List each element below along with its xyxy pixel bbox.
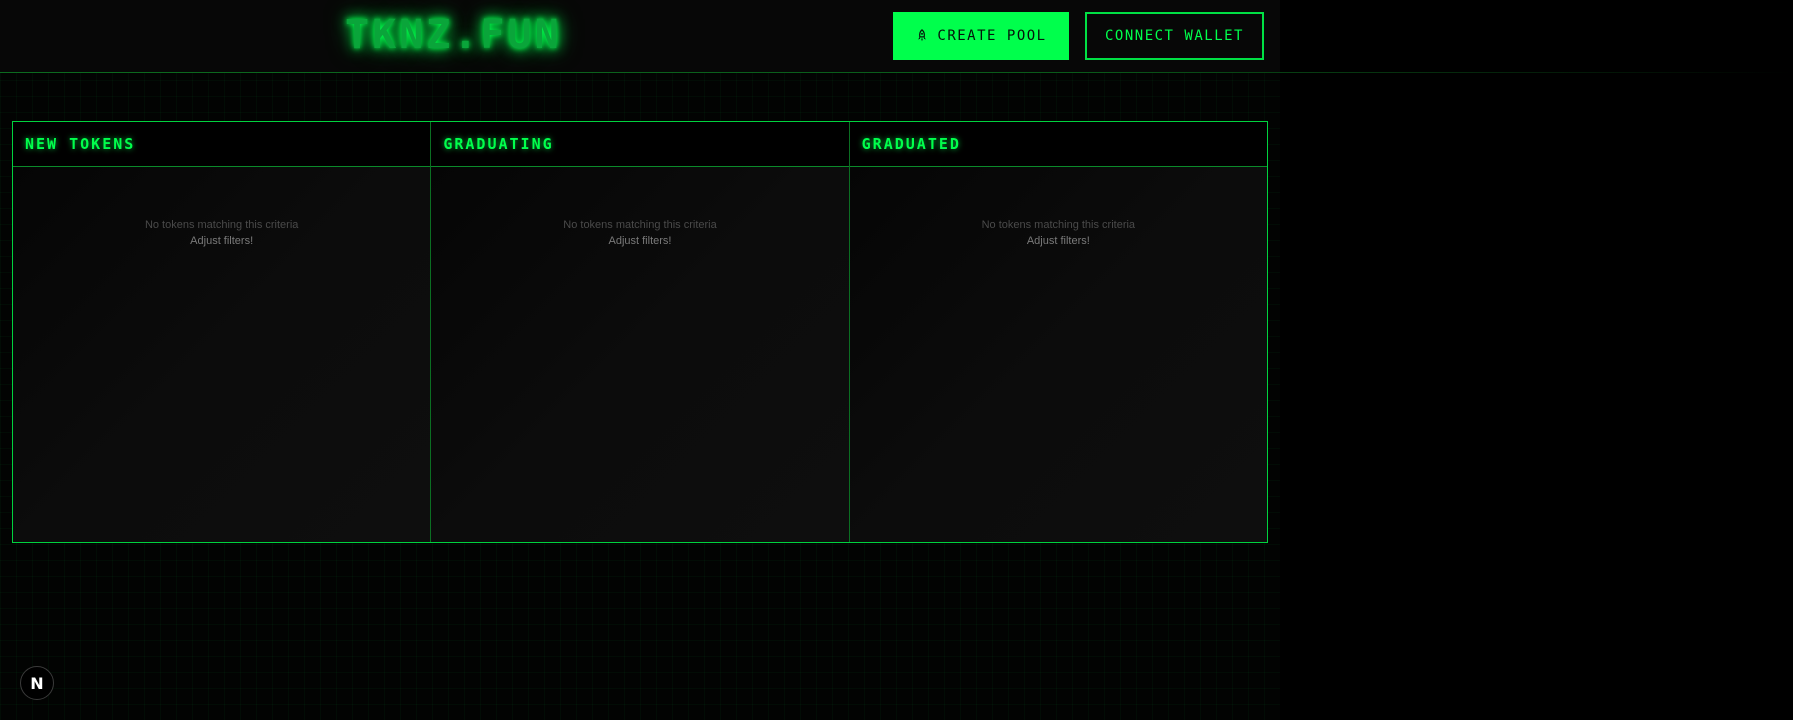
create-pool-label: CREATE POOL: [937, 28, 1047, 44]
rocket-icon: [918, 29, 927, 42]
top-header: TKNZ.FUN CREATE POOL CONNECT WALLET: [0, 0, 1280, 72]
column-body: No tokens matching this criteria Adjust …: [849, 167, 1267, 542]
empty-message: No tokens matching this criteria: [563, 219, 717, 231]
column-header: NEW TOKENS: [13, 122, 431, 167]
token-board: NEW TOKENS No tokens matching this crite…: [12, 121, 1268, 543]
dev-badge-label: N: [30, 673, 44, 693]
connect-wallet-label: CONNECT WALLET: [1104, 28, 1244, 44]
column-title: GRADUATING: [443, 135, 554, 153]
create-pool-button[interactable]: CREATE POOL: [893, 12, 1069, 60]
logo[interactable]: TKNZ.FUN: [345, 12, 562, 58]
column-new-tokens: NEW TOKENS No tokens matching this crite…: [13, 122, 432, 542]
empty-hint: Adjust filters!: [608, 235, 672, 247]
column-header: GRADUATED: [849, 122, 1267, 167]
empty-hint: Adjust filters!: [1026, 235, 1090, 247]
column-graduating: GRADUATING No tokens matching this crite…: [431, 122, 850, 542]
page: TKNZ.FUN CREATE POOL CONNECT WALLET NEW …: [0, 0, 1793, 720]
empty-message: No tokens matching this criteria: [144, 219, 299, 231]
column-body: No tokens matching this criteria Adjust …: [431, 167, 849, 542]
column-header: GRADUATING: [431, 122, 849, 167]
nextjs-icon[interactable]: N: [20, 666, 54, 700]
column-title: GRADUATED: [861, 135, 961, 153]
connect-wallet-button[interactable]: CONNECT WALLET: [1085, 12, 1264, 60]
header-divider: [0, 72, 1793, 73]
column-title: NEW TOKENS: [25, 135, 136, 153]
column-body: No tokens matching this criteria Adjust …: [13, 167, 431, 542]
empty-message: No tokens matching this criteria: [981, 219, 1136, 231]
empty-hint: Adjust filters!: [190, 235, 254, 247]
column-graduated: GRADUATED No tokens matching this criter…: [849, 122, 1267, 542]
